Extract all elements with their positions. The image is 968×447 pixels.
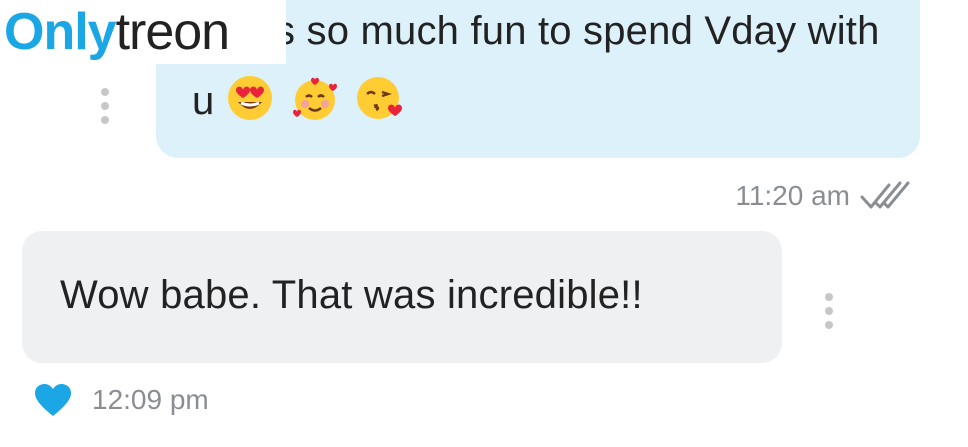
party-face-hearts-emoji: [293, 77, 338, 120]
heart-eyes-emoji: [227, 76, 272, 120]
incoming-message-time: 12:09 pm: [92, 384, 209, 415]
incoming-message-text: Wow babe. That was incredible!!: [60, 273, 643, 317]
heart-icon[interactable]: [34, 383, 72, 417]
watermark-part-b: treon: [115, 3, 231, 61]
watermark-part-a: Only: [4, 3, 117, 61]
incoming-message-bubble[interactable]: Wow babe. That was incredible!!: [22, 231, 782, 363]
outgoing-message-time: 11:20 am: [735, 180, 850, 211]
chat-thread: y was so much fun to spend Vday with u 1…: [0, 0, 968, 447]
outgoing-message-text-container: y was so much fun to spend Vday with u: [192, 0, 902, 136]
kiss-heart-emoji: [357, 77, 403, 119]
outgoing-message-menu-icon[interactable]: [100, 88, 110, 130]
outgoing-message-meta: 11:20 am: [735, 176, 910, 216]
watermark-logo: Only treon: [0, 0, 286, 64]
incoming-message-meta: 12:09 pm: [34, 378, 209, 422]
incoming-message-menu-icon[interactable]: [824, 293, 834, 335]
double-check-icon: [860, 181, 910, 209]
